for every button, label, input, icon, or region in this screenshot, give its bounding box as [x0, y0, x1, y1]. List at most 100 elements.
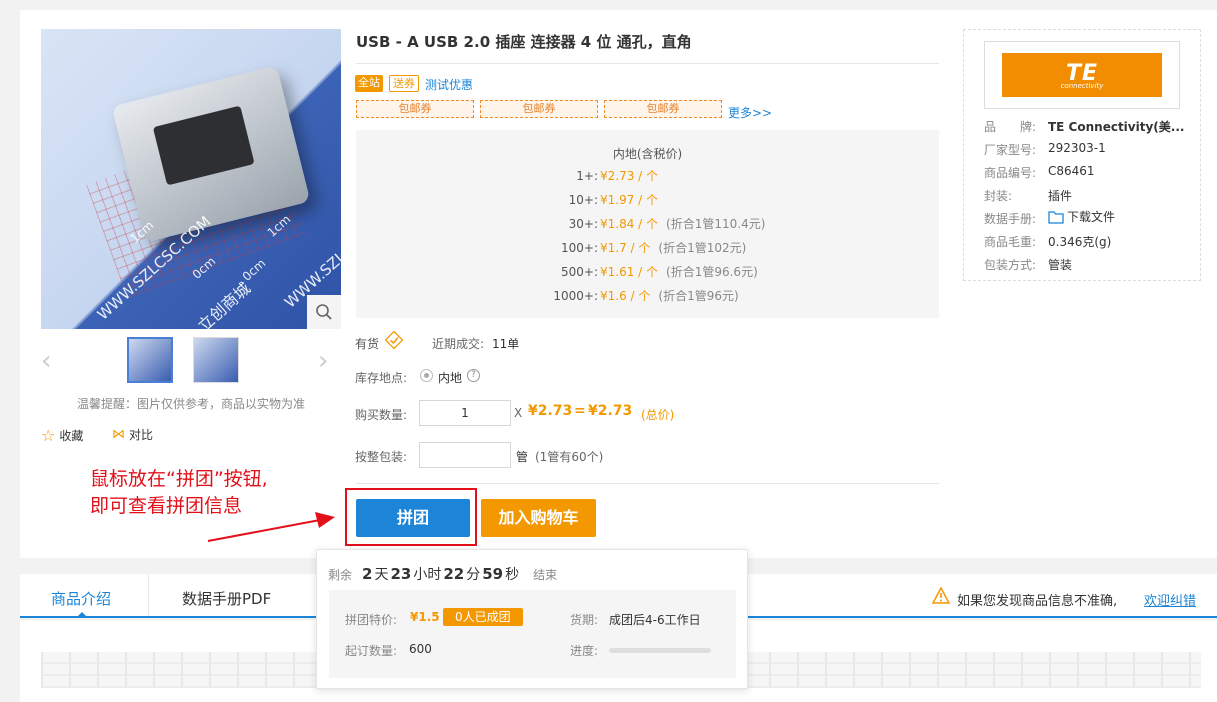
zoom-icon[interactable] [307, 295, 341, 329]
total-price: ¥2.73 [588, 403, 633, 419]
price-row: 30+: ¥1.84 / 个 (折合1管110.4元) [568, 217, 766, 231]
test-discount-link[interactable]: 测试优惠 [425, 76, 473, 93]
price-row: 100+: ¥1.7 / 个 (折合1管102元) [560, 241, 747, 255]
unit-price: ¥2.73 [528, 403, 573, 419]
price-table: 内地(含税价) 1+: ¥2.73 / 个 10+: ¥1.97 / 个 30+: ¥… [356, 130, 939, 318]
tab-datasheet-pdf[interactable]: 数据手册PDF [182, 588, 271, 609]
datasheet-label: 数据手册: [984, 212, 1037, 226]
help-icon[interactable]: ? [467, 369, 480, 382]
divider [356, 63, 939, 64]
special-price: ¥1.5 [410, 610, 440, 624]
total-label: (总价) [641, 408, 675, 422]
product-code-label: 商品编号: [984, 166, 1037, 180]
tab-product-intro[interactable]: 商品介绍 [51, 588, 111, 609]
mfr-part-value: 292303-1 [1048, 141, 1106, 155]
stock-location-value: 内地 [438, 371, 463, 385]
warning-icon [931, 586, 951, 607]
packing-value: 管装 [1048, 258, 1073, 272]
stock-status: 有货 [355, 337, 380, 351]
countdown-minutes: 22 [443, 565, 465, 583]
thumbnail-2[interactable] [193, 337, 239, 383]
minutes-unit: 分 [466, 567, 481, 583]
coupon-free-shipping[interactable]: 包邮券 [480, 100, 598, 118]
chevron-right-icon[interactable]: › [318, 346, 328, 376]
progress-bar [609, 648, 711, 653]
progress-label: 进度: [570, 644, 599, 658]
divider [356, 483, 939, 484]
group-buy-popup: 剩余 2 天 23 小时 22 分 59 秒 结束 拼团特价: ¥1.5 0人已… [316, 549, 748, 689]
special-price-label: 拼团特价: [345, 613, 398, 627]
joined-badge: 0人已成团 [443, 608, 523, 626]
chevron-left-icon[interactable]: ‹ [41, 346, 51, 376]
min-order-label: 起订数量: [345, 644, 398, 658]
stock-location-label: 库存地点: [355, 371, 408, 385]
group-buy-button[interactable]: 拼团 [356, 499, 470, 537]
days-unit: 天 [374, 567, 389, 583]
more-coupons-link[interactable]: 更多>> [728, 104, 772, 121]
pack-quantity-input[interactable] [419, 442, 511, 468]
favorite-button[interactable]: ☆ 收藏 [41, 426, 83, 445]
watermark-text: 1cm [264, 212, 294, 240]
pack-unit: 管 [516, 450, 529, 464]
hours-unit: 小时 [413, 567, 442, 583]
remain-label: 剩余 [328, 568, 353, 582]
product-title: USB - A USB 2.0 插座 连接器 4 位 通孔，直角 [356, 33, 692, 51]
add-to-cart-button[interactable]: 加入购物车 [481, 499, 596, 537]
mfr-part-label: 厂家型号: [984, 143, 1037, 157]
warning-text: 如果您发现商品信息不准确, [957, 594, 1118, 609]
delivery-value: 成团后4-6工作日 [609, 613, 701, 627]
watermark-text: 1cm [127, 218, 157, 246]
compare-button[interactable]: ⋈ 对比 [112, 426, 153, 443]
watermark-text: 0cm [189, 254, 219, 282]
annotation-line: 鼠标放在“拼团”按钮, [90, 468, 268, 490]
te-logo: TE connectivity [1002, 53, 1162, 97]
price-row: 500+: ¥1.61 / 个 (折合1管96.6元) [560, 265, 758, 279]
group-buy-details: 拼团特价: ¥1.5 0人已成团 货期: 成团后4-6工作日 起订数量: 600… [329, 590, 736, 678]
compare-label: 对比 [129, 428, 154, 442]
tag-coupon: 送券 [389, 75, 419, 92]
datasheet-download-label: 下载文件 [1067, 210, 1116, 224]
watermark-text: 0cm [239, 256, 269, 284]
pack-note: (1管有60个) [535, 450, 604, 464]
packing-label: 包装方式: [984, 258, 1037, 272]
image-disclaimer: 温馨提醒：图片仅供参考，商品以实物为准 [76, 397, 305, 411]
coupon-free-shipping[interactable]: 包邮券 [604, 100, 722, 118]
seconds-unit: 秒 [505, 567, 520, 583]
recent-deals-value: 11单 [492, 337, 520, 351]
end-label: 结束 [533, 568, 558, 582]
quantity-input[interactable]: 1 [419, 400, 511, 426]
product-main-image: 1cm 1cm 0cm 0cm WWW.SZLCSC.COM 立创商城 WWW.… [41, 29, 341, 329]
countdown-seconds: 59 [482, 565, 504, 583]
active-tab-indicator [77, 612, 87, 617]
equals-sign: = [574, 403, 586, 419]
price-row: 1000+: ¥1.6 / 个 (折合1管96元) [553, 289, 739, 303]
location-radio[interactable] [420, 369, 433, 382]
folder-icon [1048, 210, 1064, 224]
thumbnail-1[interactable] [127, 337, 173, 383]
package-value: 插件 [1048, 189, 1073, 203]
brand-value[interactable]: TE Connectivity(美... [1048, 118, 1184, 135]
logo-subtext: connectivity [1060, 81, 1104, 90]
in-stock-icon [384, 330, 404, 353]
min-order-value: 600 [409, 642, 432, 656]
price-header: 内地(含税价) [612, 147, 683, 161]
price-row: 1+: ¥2.73 / 个 [576, 169, 659, 183]
coupon-free-shipping[interactable]: 包邮券 [356, 100, 474, 118]
recent-deals-label: 近期成交: [432, 337, 485, 351]
countdown-hours: 23 [390, 565, 412, 583]
weight-label: 商品毛重: [984, 235, 1037, 249]
pack-label: 按整包装: [355, 450, 408, 464]
watermark-text: 立创商城 [193, 278, 255, 329]
divider [148, 574, 149, 616]
correction-link[interactable]: 欢迎纠错 [1144, 590, 1196, 609]
delivery-label: 货期: [570, 613, 599, 627]
datasheet-download-link[interactable]: 下载文件 [1048, 208, 1115, 225]
brand-label: 品 牌: [984, 120, 1037, 134]
compare-icon: ⋈ [112, 427, 125, 442]
favorite-label: 收藏 [59, 429, 84, 443]
buy-qty-label: 购买数量: [355, 408, 408, 422]
product-code-value: C86461 [1048, 164, 1095, 178]
countdown-days: 2 [362, 565, 373, 583]
tag-sitewide: 全站 [355, 75, 383, 92]
price-row: 10+: ¥1.97 / 个 [568, 193, 659, 207]
